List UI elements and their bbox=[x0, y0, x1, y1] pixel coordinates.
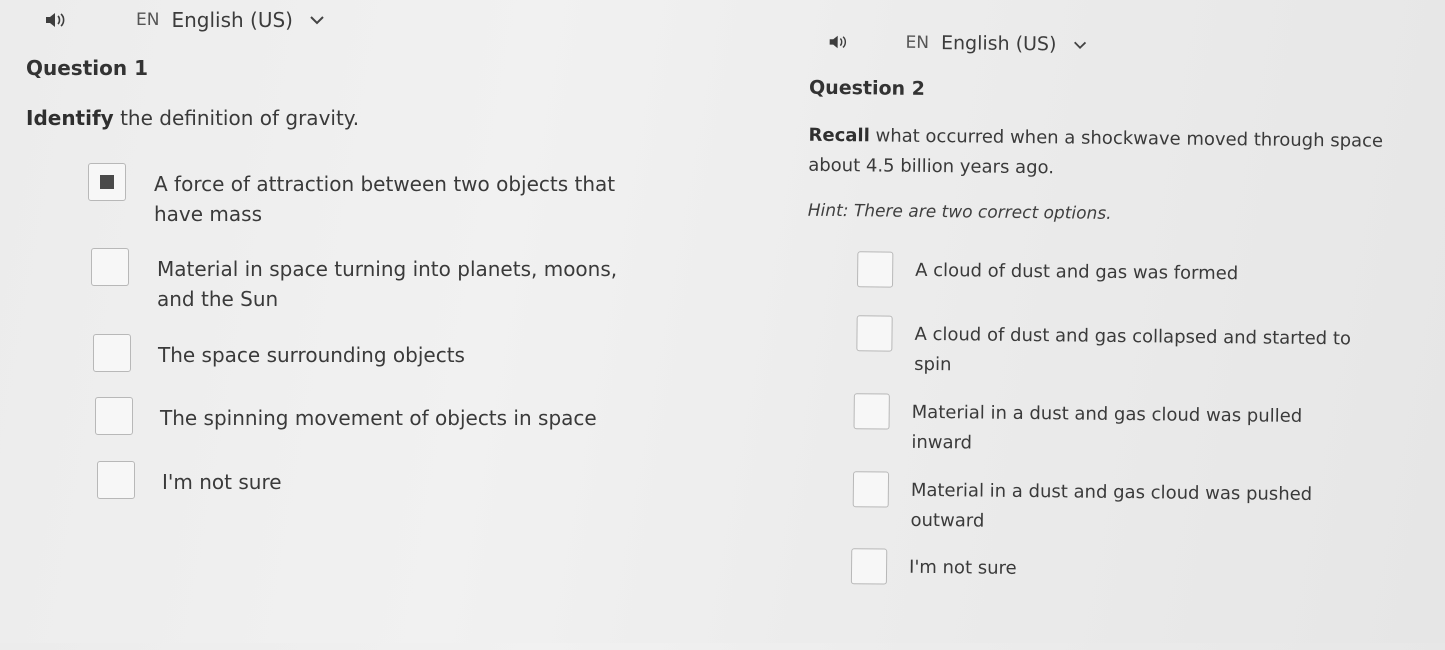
prompt-verb: Recall bbox=[808, 124, 870, 147]
option-label: Material in space turning into planets, … bbox=[157, 257, 618, 311]
option-label: Material in a dust and gas cloud was pul… bbox=[911, 401, 1303, 454]
prompt-verb: Identify bbox=[26, 106, 114, 130]
chevron-down-icon[interactable] bbox=[309, 15, 325, 25]
checkbox[interactable] bbox=[853, 393, 890, 430]
option-label: Material in a dust and gas cloud was pus… bbox=[910, 479, 1313, 532]
question-number: Question 1 bbox=[26, 56, 148, 80]
checkbox[interactable] bbox=[91, 248, 129, 286]
checkbox[interactable] bbox=[856, 315, 893, 352]
speaker-icon[interactable] bbox=[827, 34, 849, 50]
language-code: EN bbox=[905, 32, 930, 53]
chevron-down-icon[interactable] bbox=[1072, 40, 1087, 49]
prompt-text: the definition of gravity. bbox=[113, 106, 360, 130]
question-prompt: Identify the definition of gravity. bbox=[26, 103, 359, 133]
option-label: I'm not sure bbox=[162, 470, 282, 494]
language-select[interactable]: English (US) bbox=[941, 32, 1057, 55]
option-label: I'm not sure bbox=[908, 556, 1017, 579]
question-2-panel: EN English (US) Question 2 Recall what o… bbox=[733, 0, 1445, 650]
question-1-panel: EN English (US) Question 1 Identify the … bbox=[0, 0, 720, 643]
option-label: The space surrounding objects bbox=[158, 343, 465, 367]
checkbox[interactable] bbox=[93, 334, 131, 372]
option-label: A cloud of dust and gas collapsed and st… bbox=[914, 323, 1352, 376]
checkbox[interactable] bbox=[850, 548, 888, 585]
checkbox[interactable] bbox=[88, 163, 126, 201]
prompt-text: what occurred when a shockwave moved thr… bbox=[808, 125, 1384, 179]
option-label: The spinning movement of objects in spac… bbox=[160, 406, 597, 430]
question-hint: Hint: There are two correct options. bbox=[807, 200, 1112, 224]
checkbox[interactable] bbox=[852, 471, 890, 508]
question-number: Question 2 bbox=[808, 76, 926, 100]
speaker-icon[interactable] bbox=[44, 11, 68, 29]
language-bar: EN English (US) bbox=[827, 31, 1087, 56]
language-select[interactable]: English (US) bbox=[171, 8, 293, 32]
question-prompt: Recall what occurred when a shockwave mo… bbox=[808, 121, 1409, 187]
option-label: A force of attraction between two object… bbox=[154, 172, 616, 226]
checkbox[interactable] bbox=[95, 397, 133, 435]
checkbox[interactable] bbox=[856, 251, 894, 288]
checkbox[interactable] bbox=[97, 461, 135, 499]
language-bar: EN English (US) bbox=[44, 8, 325, 32]
checkbox-checked-mark bbox=[100, 175, 114, 189]
option-label: A cloud of dust and gas was formed bbox=[915, 259, 1239, 285]
language-code: EN bbox=[136, 10, 160, 30]
